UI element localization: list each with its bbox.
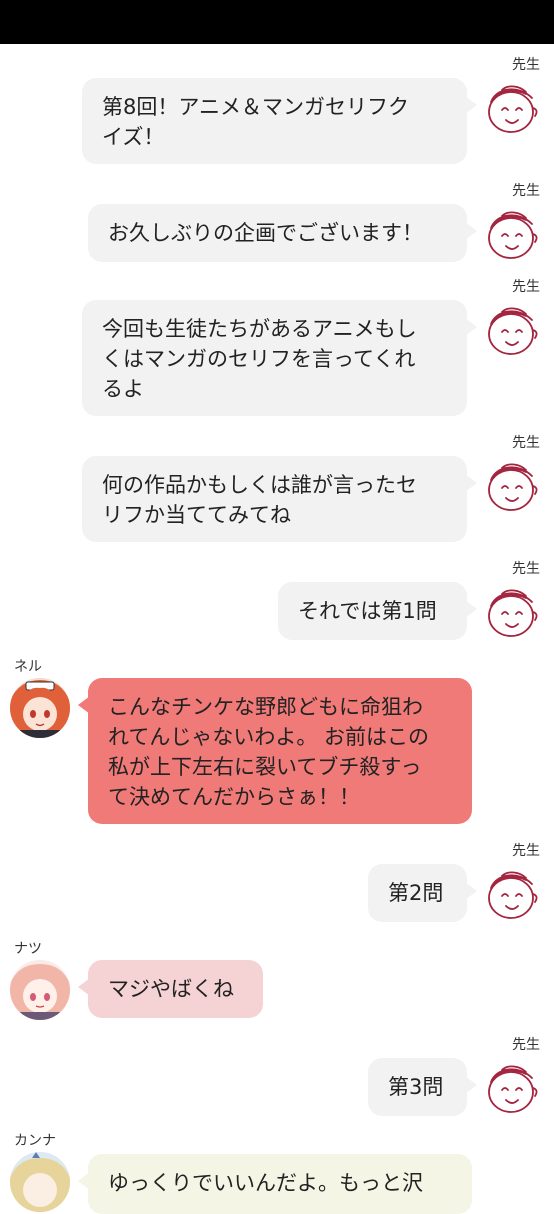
message-bubble[interactable]: 今回も生徒たちがあるアニメもし くはマンガのセリフを言ってくれ るよ: [82, 300, 477, 416]
sender-name: ナツ: [14, 941, 42, 957]
sender-name: ネル: [14, 659, 42, 675]
sensei-avatar[interactable]: [482, 1058, 542, 1118]
message-bubble[interactable]: お久しぶりの企画でございます！: [88, 204, 477, 262]
sensei-avatar[interactable]: [482, 300, 542, 360]
natsu-avatar-icon: [10, 960, 70, 1020]
message-bubble[interactable]: マジやばくね: [78, 960, 263, 1018]
smiling-face-doodle-icon: [488, 211, 538, 259]
sender-name: 先生: [512, 435, 540, 451]
sender-name: 先生: [512, 843, 540, 859]
message-bubble[interactable]: 第3問: [368, 1058, 477, 1116]
sender-name: 先生: [512, 183, 540, 199]
sensei-avatar[interactable]: [482, 456, 542, 516]
smiling-face-doodle-icon: [488, 871, 538, 919]
sensei-avatar[interactable]: [482, 582, 542, 642]
message-bubble[interactable]: 第8回！アニメ＆マンガセリフク イズ！: [82, 78, 477, 164]
message-bubble[interactable]: こんなチンケな野郎どもに命狙わ れてんじゃないわよ。 お前はこの 私が上下左右に…: [78, 678, 472, 824]
sender-name: 先生: [512, 561, 540, 577]
smiling-face-doodle-icon: [488, 463, 538, 511]
neru-avatar-icon: [10, 678, 70, 738]
sensei-avatar[interactable]: [482, 204, 542, 264]
sender-name: 先生: [512, 57, 540, 73]
sensei-avatar[interactable]: [482, 78, 542, 138]
status-bar: [0, 0, 554, 44]
sender-name: 先生: [512, 1037, 540, 1053]
natsu-avatar[interactable]: [10, 960, 70, 1020]
message-bubble[interactable]: それでは第1問: [278, 582, 477, 640]
sender-name: 先生: [512, 279, 540, 295]
neru-avatar[interactable]: [10, 678, 70, 738]
message-bubble[interactable]: 何の作品かもしくは誰が言ったセ リフか当ててみてね: [82, 456, 477, 542]
smiling-face-doodle-icon: [488, 589, 538, 637]
message-bubble[interactable]: ゆっくりでいいんだよ。もっと沢: [78, 1154, 472, 1214]
smiling-face-doodle-icon: [488, 1065, 538, 1113]
kanna-avatar[interactable]: [10, 1152, 70, 1212]
sender-name: カンナ: [14, 1133, 56, 1149]
smiling-face-doodle-icon: [488, 85, 538, 133]
kanna-avatar-icon: [10, 1152, 70, 1212]
sensei-avatar[interactable]: [482, 864, 542, 924]
message-bubble[interactable]: 第2問: [368, 864, 477, 922]
smiling-face-doodle-icon: [488, 307, 538, 355]
